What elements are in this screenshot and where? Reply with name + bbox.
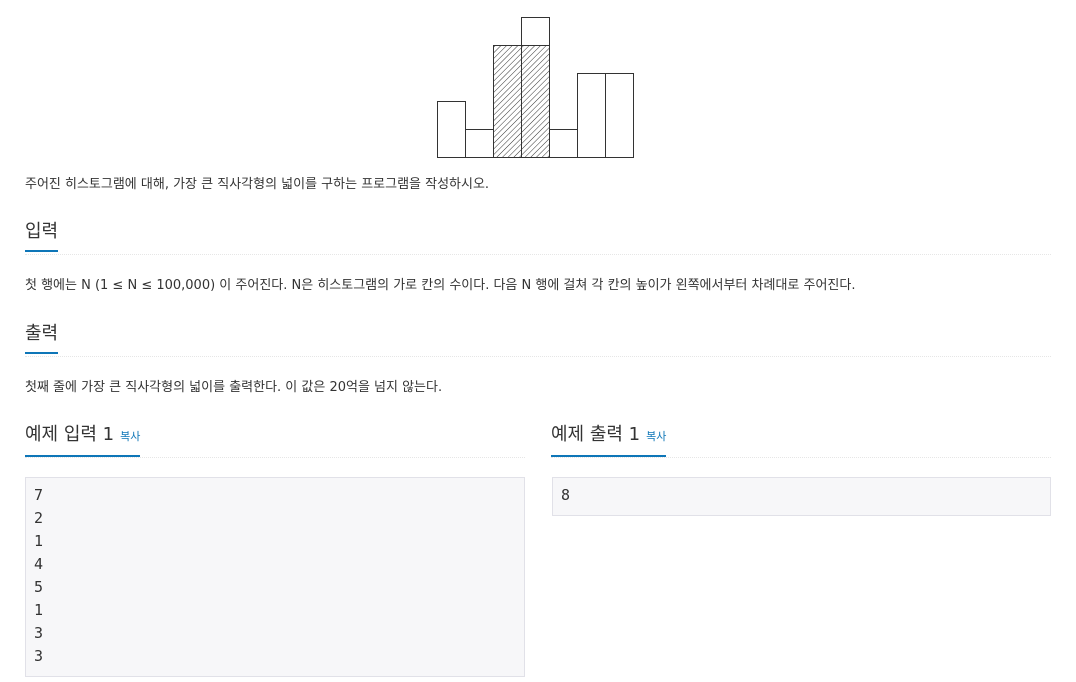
sample-input-line: 3	[34, 624, 44, 642]
sample-output-box[interactable]: 8	[552, 477, 1051, 516]
input-section-header: 입력	[25, 220, 1051, 255]
sample-input-box[interactable]: 7 2 1 4 5 1 3 3	[25, 477, 525, 677]
histogram-bar	[437, 101, 466, 158]
sample-input-header: 예제 입력 1 복사	[25, 423, 525, 458]
problem-page: 주어진 히스토그램에 대해, 가장 큰 직사각형의 넓이를 구하는 프로그램을 …	[0, 0, 1076, 682]
input-description: 첫 행에는 N (1 ≤ N ≤ 100,000) 이 주어진다. N은 히스토…	[25, 278, 856, 293]
sample-input-title: 예제 입력 1 복사	[25, 423, 141, 457]
output-section-title: 출력	[25, 322, 59, 354]
sample-output-header: 예제 출력 1 복사	[551, 423, 1051, 458]
sample-input-line: 5	[34, 578, 44, 596]
sample-output-line: 8	[561, 486, 571, 504]
histogram-figure	[437, 17, 634, 158]
sample-input-line: 3	[34, 647, 44, 665]
sample-input-line: 1	[34, 532, 44, 550]
sample-input-title-text: 예제 입력 1	[25, 424, 115, 445]
sample-input-line: 7	[34, 486, 44, 504]
histogram-bar	[549, 129, 578, 158]
histogram-bar	[605, 73, 634, 158]
sample-output-title: 예제 출력 1 복사	[551, 423, 667, 457]
copy-sample-input-link[interactable]: 복사	[120, 430, 140, 443]
sample-output-title-text: 예제 출력 1	[551, 424, 641, 445]
sample-input-line: 4	[34, 555, 44, 573]
histogram-bar	[577, 73, 606, 158]
histogram-bar	[465, 129, 494, 158]
input-section-title: 입력	[25, 220, 59, 252]
output-section-header: 출력	[25, 322, 1051, 357]
problem-description: 주어진 히스토그램에 대해, 가장 큰 직사각형의 넓이를 구하는 프로그램을 …	[25, 177, 490, 192]
copy-sample-output-link[interactable]: 복사	[646, 430, 666, 443]
sample-input-line: 1	[34, 601, 44, 619]
sample-input-line: 2	[34, 509, 44, 527]
output-description: 첫째 줄에 가장 큰 직사각형의 넓이를 출력한다. 이 값은 20억을 넘지 …	[25, 380, 443, 395]
largest-rectangle-hatch	[493, 45, 550, 158]
